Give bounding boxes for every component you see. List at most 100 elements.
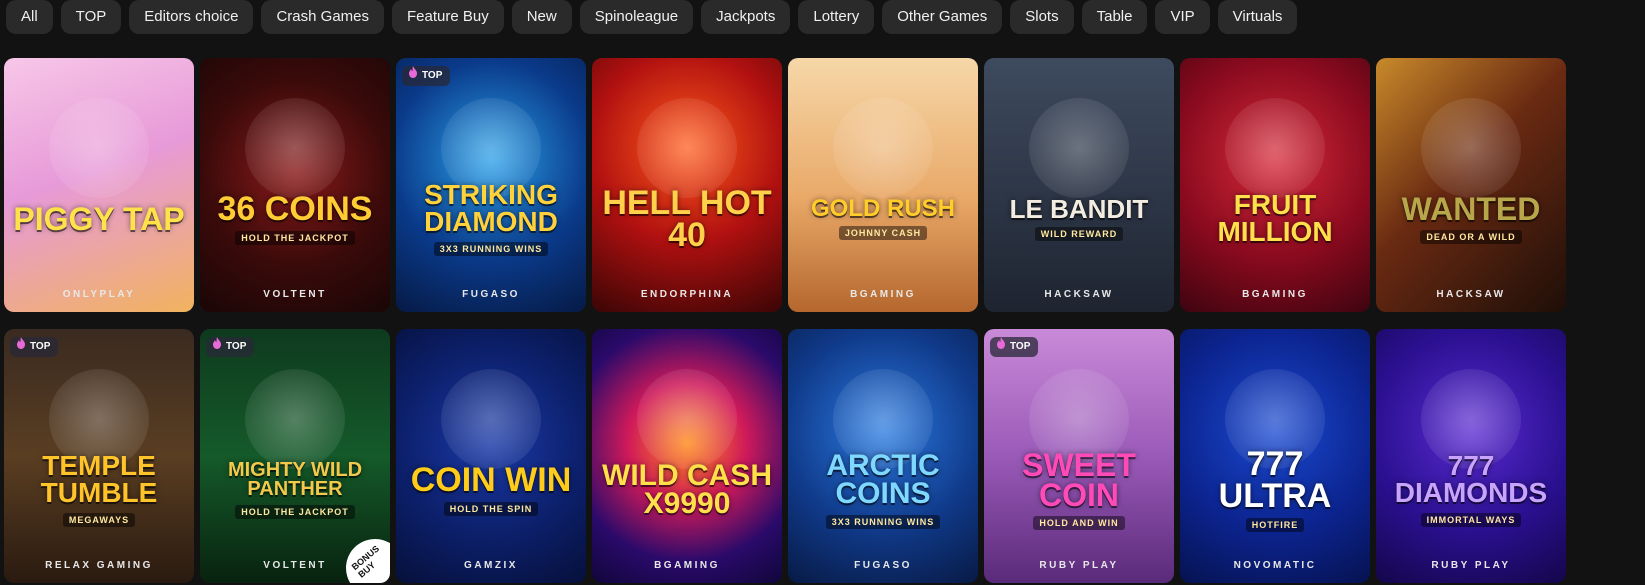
game-logo-subtitle: JOHNNY CASH bbox=[838, 226, 928, 241]
game-logo-title: ARCTIC COINS bbox=[826, 448, 940, 510]
game-card-mighty-wild-panther[interactable]: MIGHTY WILD PANTHER HOLD THE JACKPOT VOLTE… bbox=[200, 329, 390, 583]
game-artwork: 777 ULTRA HOTFIRE bbox=[1180, 329, 1370, 583]
game-logo-subtitle: 3X3 RUNNING WINS bbox=[825, 514, 941, 529]
game-card-arctic-coins[interactable]: ARCTIC COINS 3X3 RUNNING WINS FUGASO bbox=[788, 329, 978, 583]
game-card-hell-hot-40[interactable]: HELL HOT 40 ENDORPHINA bbox=[592, 58, 782, 312]
game-logo-title: HELL HOT 40 bbox=[602, 183, 772, 254]
game-logo-title: SWEET COIN bbox=[1022, 446, 1136, 513]
game-logo-subtitle: WILD REWARD bbox=[1034, 227, 1124, 242]
game-provider: BGAMING bbox=[654, 560, 720, 571]
game-logo-title: LE BANDIT bbox=[1009, 193, 1149, 224]
game-card-le-bandit[interactable]: LE BANDIT WILD REWARD HACKSAW bbox=[984, 58, 1174, 312]
top-badge-label: TOP bbox=[422, 70, 443, 81]
game-grid: PIGGY TAP ONLYPLAY 36 COINS HOLD THE JACKPO… bbox=[4, 58, 1644, 585]
game-logo-title: 36 COINS bbox=[217, 189, 373, 228]
game-card-wild-cash-x9990[interactable]: WILD CASH X9990 BGAMING bbox=[592, 329, 782, 583]
game-provider: FUGASO bbox=[854, 560, 912, 571]
game-provider: BGAMING bbox=[1242, 289, 1308, 300]
game-logo-title: COIN WIN bbox=[410, 460, 572, 499]
top-badge: TOP bbox=[206, 337, 255, 357]
category-filter-bar: All TOP Editors choice Crash Games Feature B… bbox=[6, 0, 1298, 34]
filter-chip-spinoleague[interactable]: Spinoleague bbox=[579, 0, 694, 34]
game-provider: ONLYPLAY bbox=[62, 289, 136, 300]
game-logo-title: MIGHTY WILD PANTHER bbox=[227, 459, 363, 500]
game-logo-subtitle: IMMORTAL WAYS bbox=[1420, 512, 1522, 527]
game-artwork: COIN WIN HOLD THE SPIN bbox=[396, 329, 586, 583]
game-card-36-coins[interactable]: 36 COINS HOLD THE JACKPOT VOLTENT bbox=[200, 58, 390, 312]
filter-chip-new[interactable]: New bbox=[511, 0, 572, 34]
game-provider: BGAMING bbox=[850, 289, 916, 300]
filter-chip-all[interactable]: All bbox=[6, 0, 53, 34]
filter-chip-feature-buy[interactable]: Feature Buy bbox=[392, 0, 504, 34]
filter-chip-slots[interactable]: Slots bbox=[1010, 0, 1074, 34]
game-artwork: SWEET COIN HOLD AND WIN bbox=[984, 329, 1174, 583]
game-logo-title: STRIKING DIAMOND bbox=[424, 179, 558, 237]
filter-chip-jackpots[interactable]: Jackpots bbox=[701, 0, 791, 34]
filter-chip-top[interactable]: TOP bbox=[60, 0, 122, 34]
game-card-striking-diamond[interactable]: STRIKING DIAMOND 3X3 RUNNING WINS FUGASO TO… bbox=[396, 58, 586, 312]
artwork-glow bbox=[245, 98, 345, 198]
game-logo-subtitle: HOTFIRE bbox=[1245, 518, 1305, 533]
game-artwork: STRIKING DIAMOND 3X3 RUNNING WINS bbox=[396, 58, 586, 312]
game-artwork: LE BANDIT WILD REWARD bbox=[984, 58, 1174, 312]
game-card-wanted-dead-or-a-wild[interactable]: WANTED DEAD OR A WILD HACKSAW bbox=[1376, 58, 1566, 312]
filter-chip-crash-games[interactable]: Crash Games bbox=[261, 0, 384, 34]
flame-icon bbox=[212, 337, 222, 357]
top-badge-label: TOP bbox=[226, 341, 247, 352]
game-logo-subtitle: MEGAWAYS bbox=[62, 512, 136, 527]
game-logo-subtitle: HOLD THE SPIN bbox=[443, 502, 539, 517]
game-provider: NOVOMATIC bbox=[1233, 560, 1317, 571]
top-badge: TOP bbox=[990, 337, 1039, 357]
game-logo-subtitle: HOLD THE JACKPOT bbox=[235, 505, 355, 519]
artwork-glow bbox=[1029, 98, 1129, 198]
game-provider: VOLTENT bbox=[263, 289, 327, 300]
game-logo-title: TEMPLE TUMBLE bbox=[40, 450, 158, 508]
game-card-immortal-ways-diamonds[interactable]: 777 DIAMONDS IMMORTAL WAYS RUBY PLAY bbox=[1376, 329, 1566, 583]
game-logo-subtitle: DEAD OR A WILD bbox=[1420, 230, 1522, 245]
game-artwork: TEMPLE TUMBLE MEGAWAYS bbox=[4, 329, 194, 583]
filter-chip-table[interactable]: Table bbox=[1081, 0, 1148, 34]
game-logo-title: 777 DIAMONDS bbox=[1394, 450, 1548, 508]
game-logo-title: 777 ULTRA bbox=[1218, 444, 1332, 515]
game-artwork: WILD CASH X9990 bbox=[592, 329, 782, 583]
game-provider: HACKSAW bbox=[1436, 289, 1506, 300]
filter-chip-virtuals[interactable]: Virtuals bbox=[1217, 0, 1298, 34]
game-artwork: HELL HOT 40 bbox=[592, 58, 782, 312]
filter-chip-lottery[interactable]: Lottery bbox=[798, 0, 875, 34]
game-artwork: 36 COINS HOLD THE JACKPOT bbox=[200, 58, 390, 312]
filter-chip-other-games[interactable]: Other Games bbox=[882, 0, 1003, 34]
artwork-glow bbox=[441, 369, 541, 469]
artwork-glow bbox=[833, 98, 933, 198]
game-artwork: GOLD RUSH JOHNNY CASH bbox=[788, 58, 978, 312]
game-artwork: 777 DIAMONDS IMMORTAL WAYS bbox=[1376, 329, 1566, 583]
game-card-ultra-hotfire[interactable]: 777 ULTRA HOTFIRE NOVOMATIC bbox=[1180, 329, 1370, 583]
game-card-sweet-coin[interactable]: SWEET COIN HOLD AND WIN RUBY PLAY TOP bbox=[984, 329, 1174, 583]
game-artwork: ARCTIC COINS 3X3 RUNNING WINS bbox=[788, 329, 978, 583]
game-card-temple-tumble-megaways[interactable]: TEMPLE TUMBLE MEGAWAYS RELAX GAMING TOP bbox=[4, 329, 194, 583]
game-provider: GAMZIX bbox=[464, 560, 518, 571]
artwork-glow bbox=[1225, 98, 1325, 198]
flame-icon bbox=[408, 66, 418, 86]
game-provider: RUBY PLAY bbox=[1431, 560, 1511, 571]
game-logo-title: PIGGY TAP bbox=[13, 200, 185, 237]
game-card-coin-win[interactable]: COIN WIN HOLD THE SPIN GAMZIX bbox=[396, 329, 586, 583]
game-provider: RELAX GAMING bbox=[45, 560, 153, 571]
game-logo-title: WILD CASH X9990 bbox=[602, 458, 772, 520]
artwork-glow bbox=[637, 98, 737, 198]
game-card-fruit-million[interactable]: FRUIT MILLION BGAMING bbox=[1180, 58, 1370, 312]
artwork-glow bbox=[49, 98, 149, 198]
artwork-glow bbox=[637, 369, 737, 469]
game-artwork: FRUIT MILLION bbox=[1180, 58, 1370, 312]
filter-chip-vip[interactable]: VIP bbox=[1155, 0, 1210, 34]
filter-chip-editors-choice[interactable]: Editors choice bbox=[129, 0, 254, 34]
flame-icon bbox=[996, 337, 1006, 357]
game-card-piggy-tap[interactable]: PIGGY TAP ONLYPLAY bbox=[4, 58, 194, 312]
game-logo-subtitle: HOLD THE JACKPOT bbox=[235, 231, 355, 246]
artwork-glow bbox=[245, 369, 345, 469]
top-badge-label: TOP bbox=[1010, 341, 1031, 352]
game-provider: HACKSAW bbox=[1044, 289, 1114, 300]
game-artwork: WANTED DEAD OR A WILD bbox=[1376, 58, 1566, 312]
game-logo-title: GOLD RUSH bbox=[811, 194, 955, 222]
game-card-gold-rush-johnny-cash[interactable]: GOLD RUSH JOHNNY CASH BGAMING bbox=[788, 58, 978, 312]
game-logo-subtitle: 3X3 RUNNING WINS bbox=[433, 241, 549, 256]
